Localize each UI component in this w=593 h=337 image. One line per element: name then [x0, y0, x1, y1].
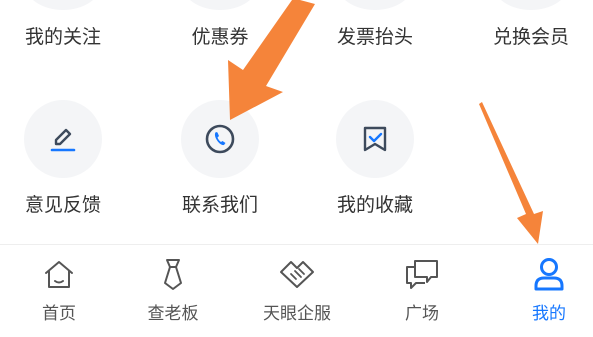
menu-item-my-follow[interactable]: 我的关注 [25, 22, 101, 49]
contact-us-tile[interactable] [181, 100, 259, 178]
favorites-tile[interactable] [336, 100, 414, 178]
tab-square-label: 广场 [405, 304, 439, 324]
service-menu: 我的关注 优惠券 发票抬头 兑换会员 意见反馈 联系我们 我的收藏 [0, 0, 593, 244]
pen-icon [50, 128, 76, 152]
menu-item-invoice-title[interactable]: 发票抬头 [337, 22, 413, 49]
tab-enterprise-services-label: 天眼企服 [263, 304, 331, 324]
bookmark-icon [363, 126, 387, 152]
feedback-tile[interactable] [24, 100, 102, 178]
tab-mine[interactable]: 我的 [490, 245, 593, 337]
bottom-tab-bar: 首页 查老板 天眼企服 广场 我的 [0, 244, 593, 337]
tab-find-boss-label: 查老板 [147, 304, 199, 324]
tab-home-label: 首页 [42, 304, 76, 324]
tab-find-boss[interactable]: 查老板 [114, 245, 232, 337]
home-icon [45, 261, 73, 288]
tie-icon [164, 259, 182, 290]
tab-square[interactable]: 广场 [363, 245, 481, 337]
tab-home[interactable]: 首页 [0, 245, 118, 337]
person-icon [534, 258, 564, 291]
phone-icon [205, 124, 235, 154]
chat-icon [406, 260, 438, 289]
menu-item-coupons[interactable]: 优惠券 [191, 22, 248, 49]
menu-item-favorites[interactable]: 我的收藏 [337, 190, 413, 217]
menu-item-redeem-membership[interactable]: 兑换会员 [493, 22, 569, 49]
menu-item-contact-us[interactable]: 联系我们 [182, 190, 258, 217]
coupon-icon[interactable] [182, 0, 258, 10]
menu-item-feedback[interactable]: 意见反馈 [25, 190, 101, 217]
tab-mine-label: 我的 [532, 304, 566, 324]
redeem-membership-icon[interactable] [493, 0, 569, 10]
handshake-icon [280, 261, 314, 288]
invoice-icon[interactable] [337, 0, 413, 10]
tab-enterprise-services[interactable]: 天眼企服 [238, 245, 356, 337]
my-follow-icon[interactable] [25, 0, 101, 10]
